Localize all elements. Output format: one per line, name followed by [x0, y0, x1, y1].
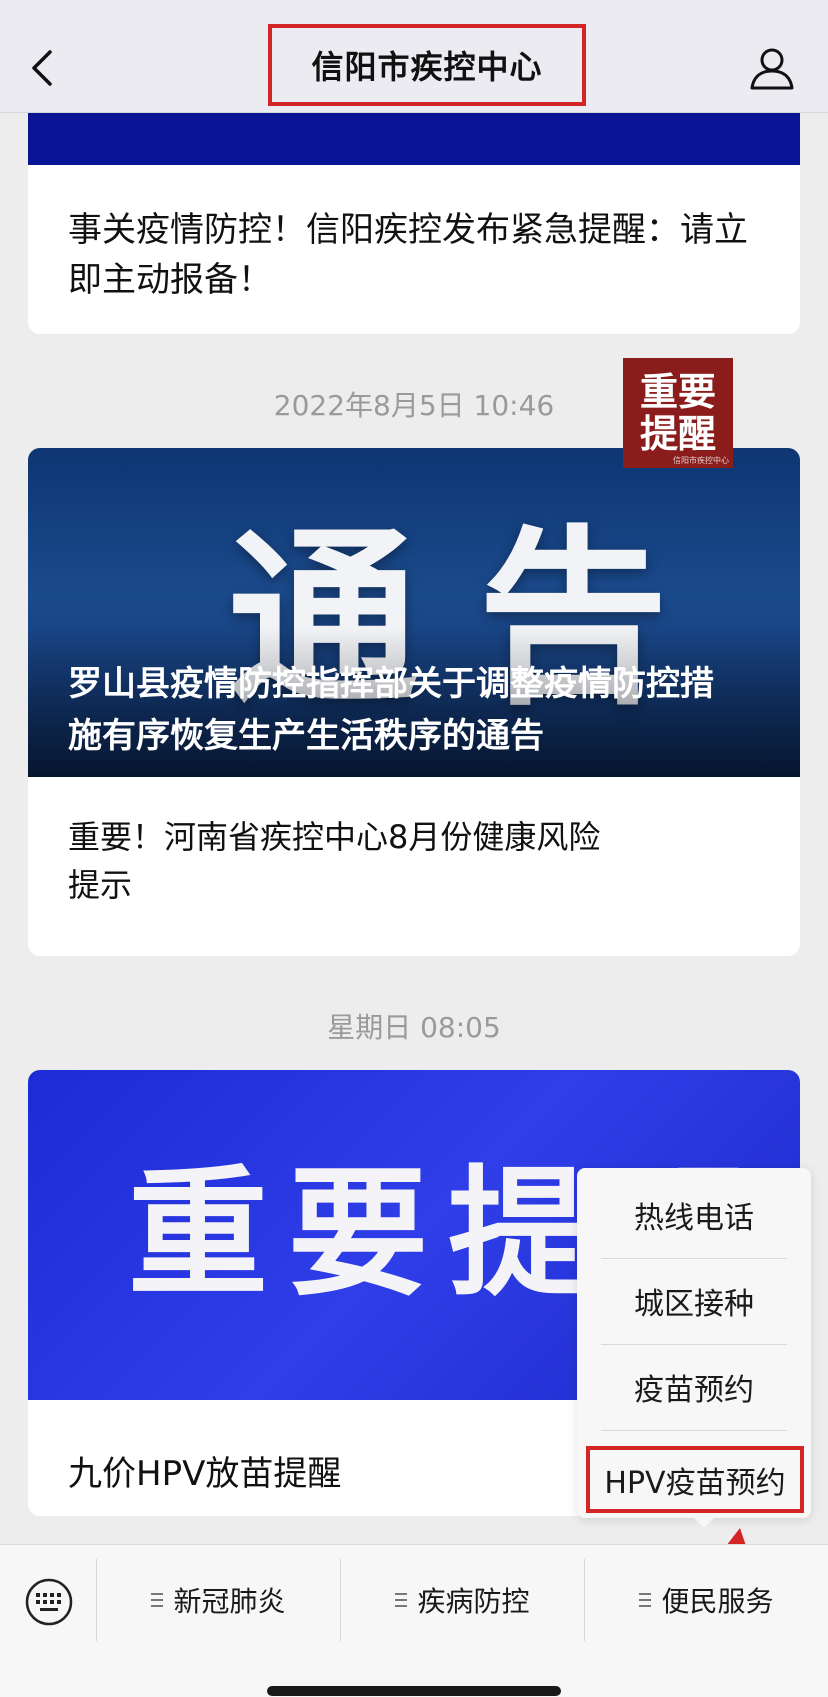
person-icon[interactable]: [748, 44, 796, 92]
article-title[interactable]: 九价HPV放苗提醒: [68, 1446, 341, 1495]
submenu-item-hotline[interactable]: 热线电话: [601, 1172, 787, 1258]
bottom-menu-covid[interactable]: 新冠肺炎: [97, 1545, 340, 1655]
bottom-menu-public-services[interactable]: 便民服务: [585, 1545, 828, 1655]
hero-article-title[interactable]: 罗山县疫情防控指挥部关于调整疫情防控措施有序恢复生产生活秩序的通告: [68, 658, 740, 762]
top-nav-bar: 信阳市疾控中心: [0, 0, 828, 113]
thumbnail-watermark: 信阳市疾控中心: [673, 456, 729, 465]
sub-article-row[interactable]: 重要！河南省疾控中心8月份健康风险提示: [28, 777, 800, 956]
chevron-left-icon[interactable]: [28, 48, 58, 88]
menu-lines-icon: [151, 1593, 164, 1607]
message-timestamp: 星期日 08:05: [327, 1011, 501, 1044]
bottom-menu-label: 疾病防控: [417, 1585, 530, 1618]
sub-article-title[interactable]: 重要！河南省疾控中心8月份健康风险提示: [68, 813, 628, 909]
menu-lines-icon: [395, 1593, 408, 1607]
submenu-item-vaccine-booking[interactable]: 疫苗预约: [601, 1344, 787, 1430]
thumbnail-text-line-2: 提醒: [639, 412, 716, 456]
keyboard-icon[interactable]: [24, 1577, 74, 1627]
bottom-menu-disease-control[interactable]: 疾病防控: [341, 1545, 584, 1655]
sub-article-thumbnail[interactable]: 重要 提醒 信阳市疾控中心: [623, 358, 733, 468]
thumbnail-text-line-1: 重要: [639, 370, 716, 414]
article-card-multi: 通告 罗山县疫情防控指挥部关于调整疫情防控措施有序恢复生产生活秩序的通告 重要！…: [28, 448, 800, 956]
submenu-item-hpv-vaccine-booking[interactable]: HPV疫苗预约: [586, 1446, 804, 1513]
bottom-menu-bar: 新冠肺炎 疾病防控 便民服务: [0, 1544, 828, 1697]
title-highlight-box: 信阳市疾控中心: [268, 24, 586, 106]
article-title[interactable]: 事关疫情防控！信阳疾控发布紧急提醒：请立即主动报备！: [28, 165, 800, 305]
article-card[interactable]: 事关疫情防控！信阳疾控发布紧急提醒：请立即主动报备！: [28, 113, 800, 334]
submenu-popup: 热线电话 城区接种 疫苗预约 HPV疫苗预约: [577, 1168, 811, 1518]
hero-article[interactable]: 通告 罗山县疫情防控指挥部关于调整疫情防控措施有序恢复生产生活秩序的通告: [28, 448, 800, 777]
bottom-menu-label: 便民服务: [661, 1585, 774, 1618]
page-title: 信阳市疾控中心: [311, 48, 543, 86]
home-indicator: [267, 1686, 561, 1696]
article-banner-image: [28, 113, 800, 165]
menu-lines-icon: [639, 1593, 652, 1607]
bottom-menu-label: 新冠肺炎: [173, 1585, 286, 1618]
submenu-item-city-vaccination[interactable]: 城区接种: [601, 1258, 787, 1344]
submenu-divider: [601, 1430, 787, 1431]
